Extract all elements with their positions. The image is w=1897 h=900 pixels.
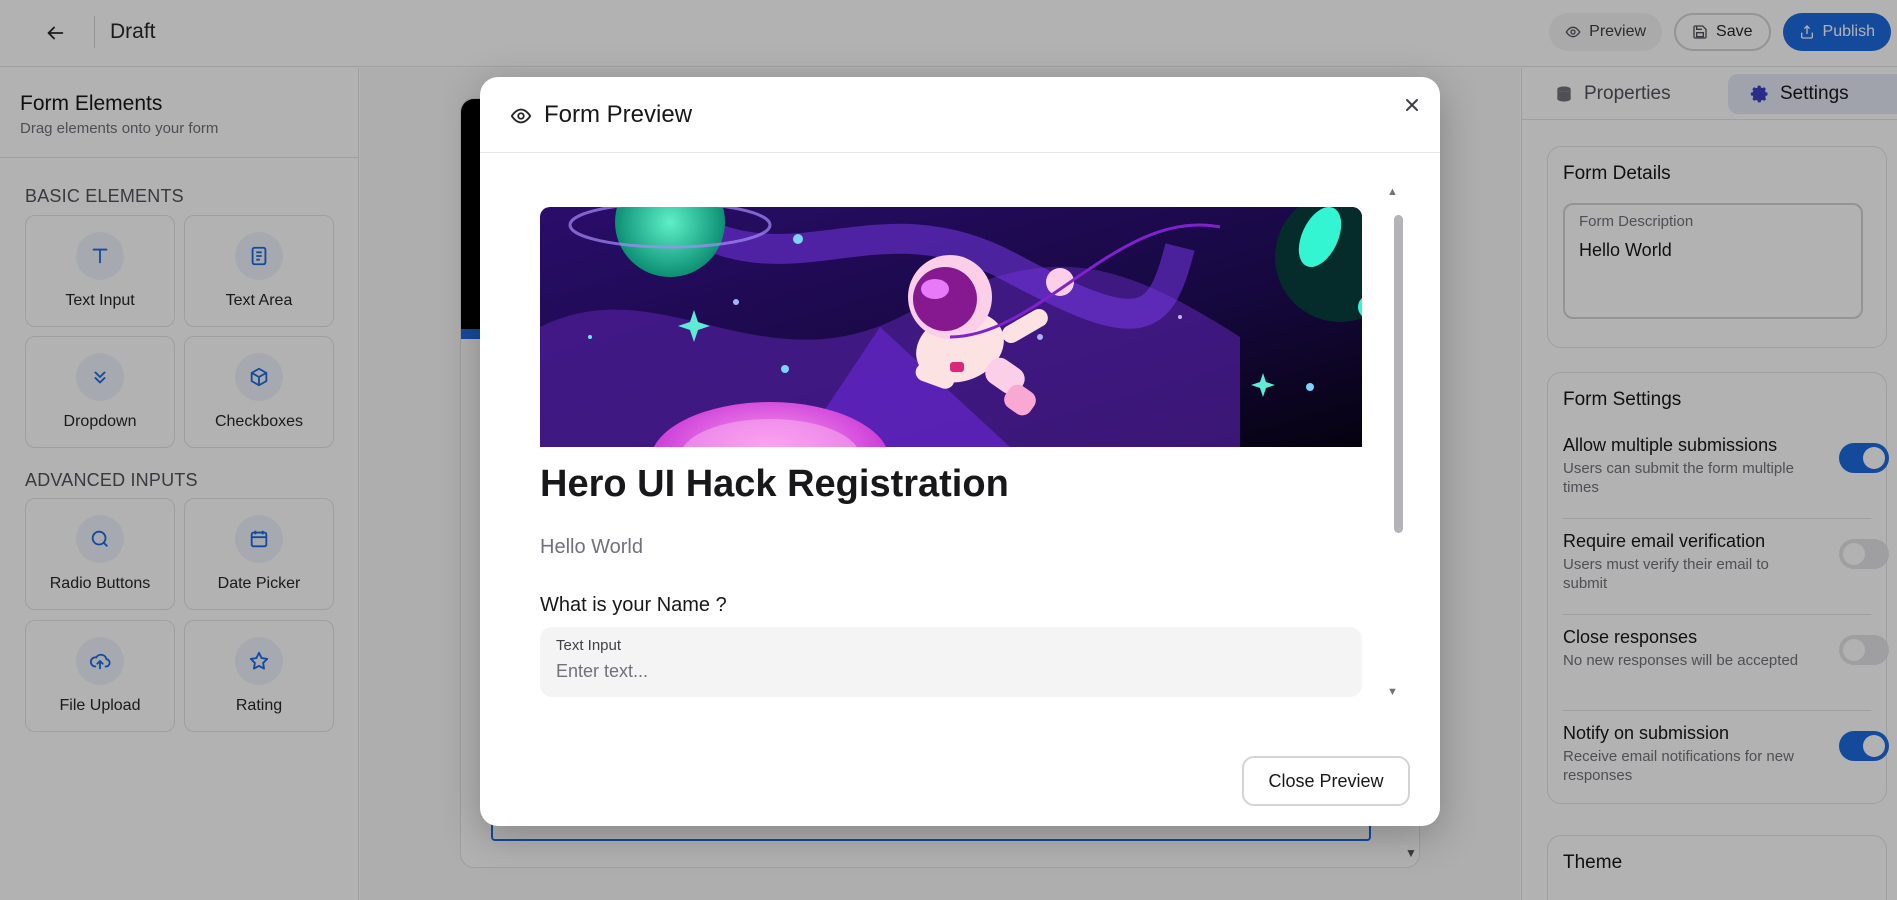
name-input[interactable]: Text Input Enter text...: [540, 627, 1362, 697]
eye-icon: [510, 108, 532, 124]
question-label: What is your Name ?: [540, 594, 727, 616]
name-input-placeholder: Enter text...: [556, 661, 649, 681]
name-input-label: Text Input: [556, 637, 622, 654]
scroll-down-icon[interactable]: ▼: [1387, 686, 1398, 698]
form-banner-image: [540, 207, 1362, 447]
form-title: Hero UI Hack Registration: [540, 463, 1009, 505]
form-description: Hello World: [540, 536, 643, 558]
close-preview-button[interactable]: Close Preview: [1242, 756, 1410, 806]
close-icon[interactable]: [1398, 91, 1426, 119]
modal-header: Form Preview: [480, 77, 1440, 153]
scrollbar-thumb[interactable]: [1394, 215, 1403, 533]
form-preview-modal: Form Preview Hero UI Hack Registration H…: [480, 77, 1440, 826]
scroll-up-icon[interactable]: ▲: [1387, 186, 1398, 198]
preview-scroll-area[interactable]: Hero UI Hack Registration Hello World Wh…: [510, 187, 1400, 707]
modal-title: Form Preview: [544, 101, 693, 128]
